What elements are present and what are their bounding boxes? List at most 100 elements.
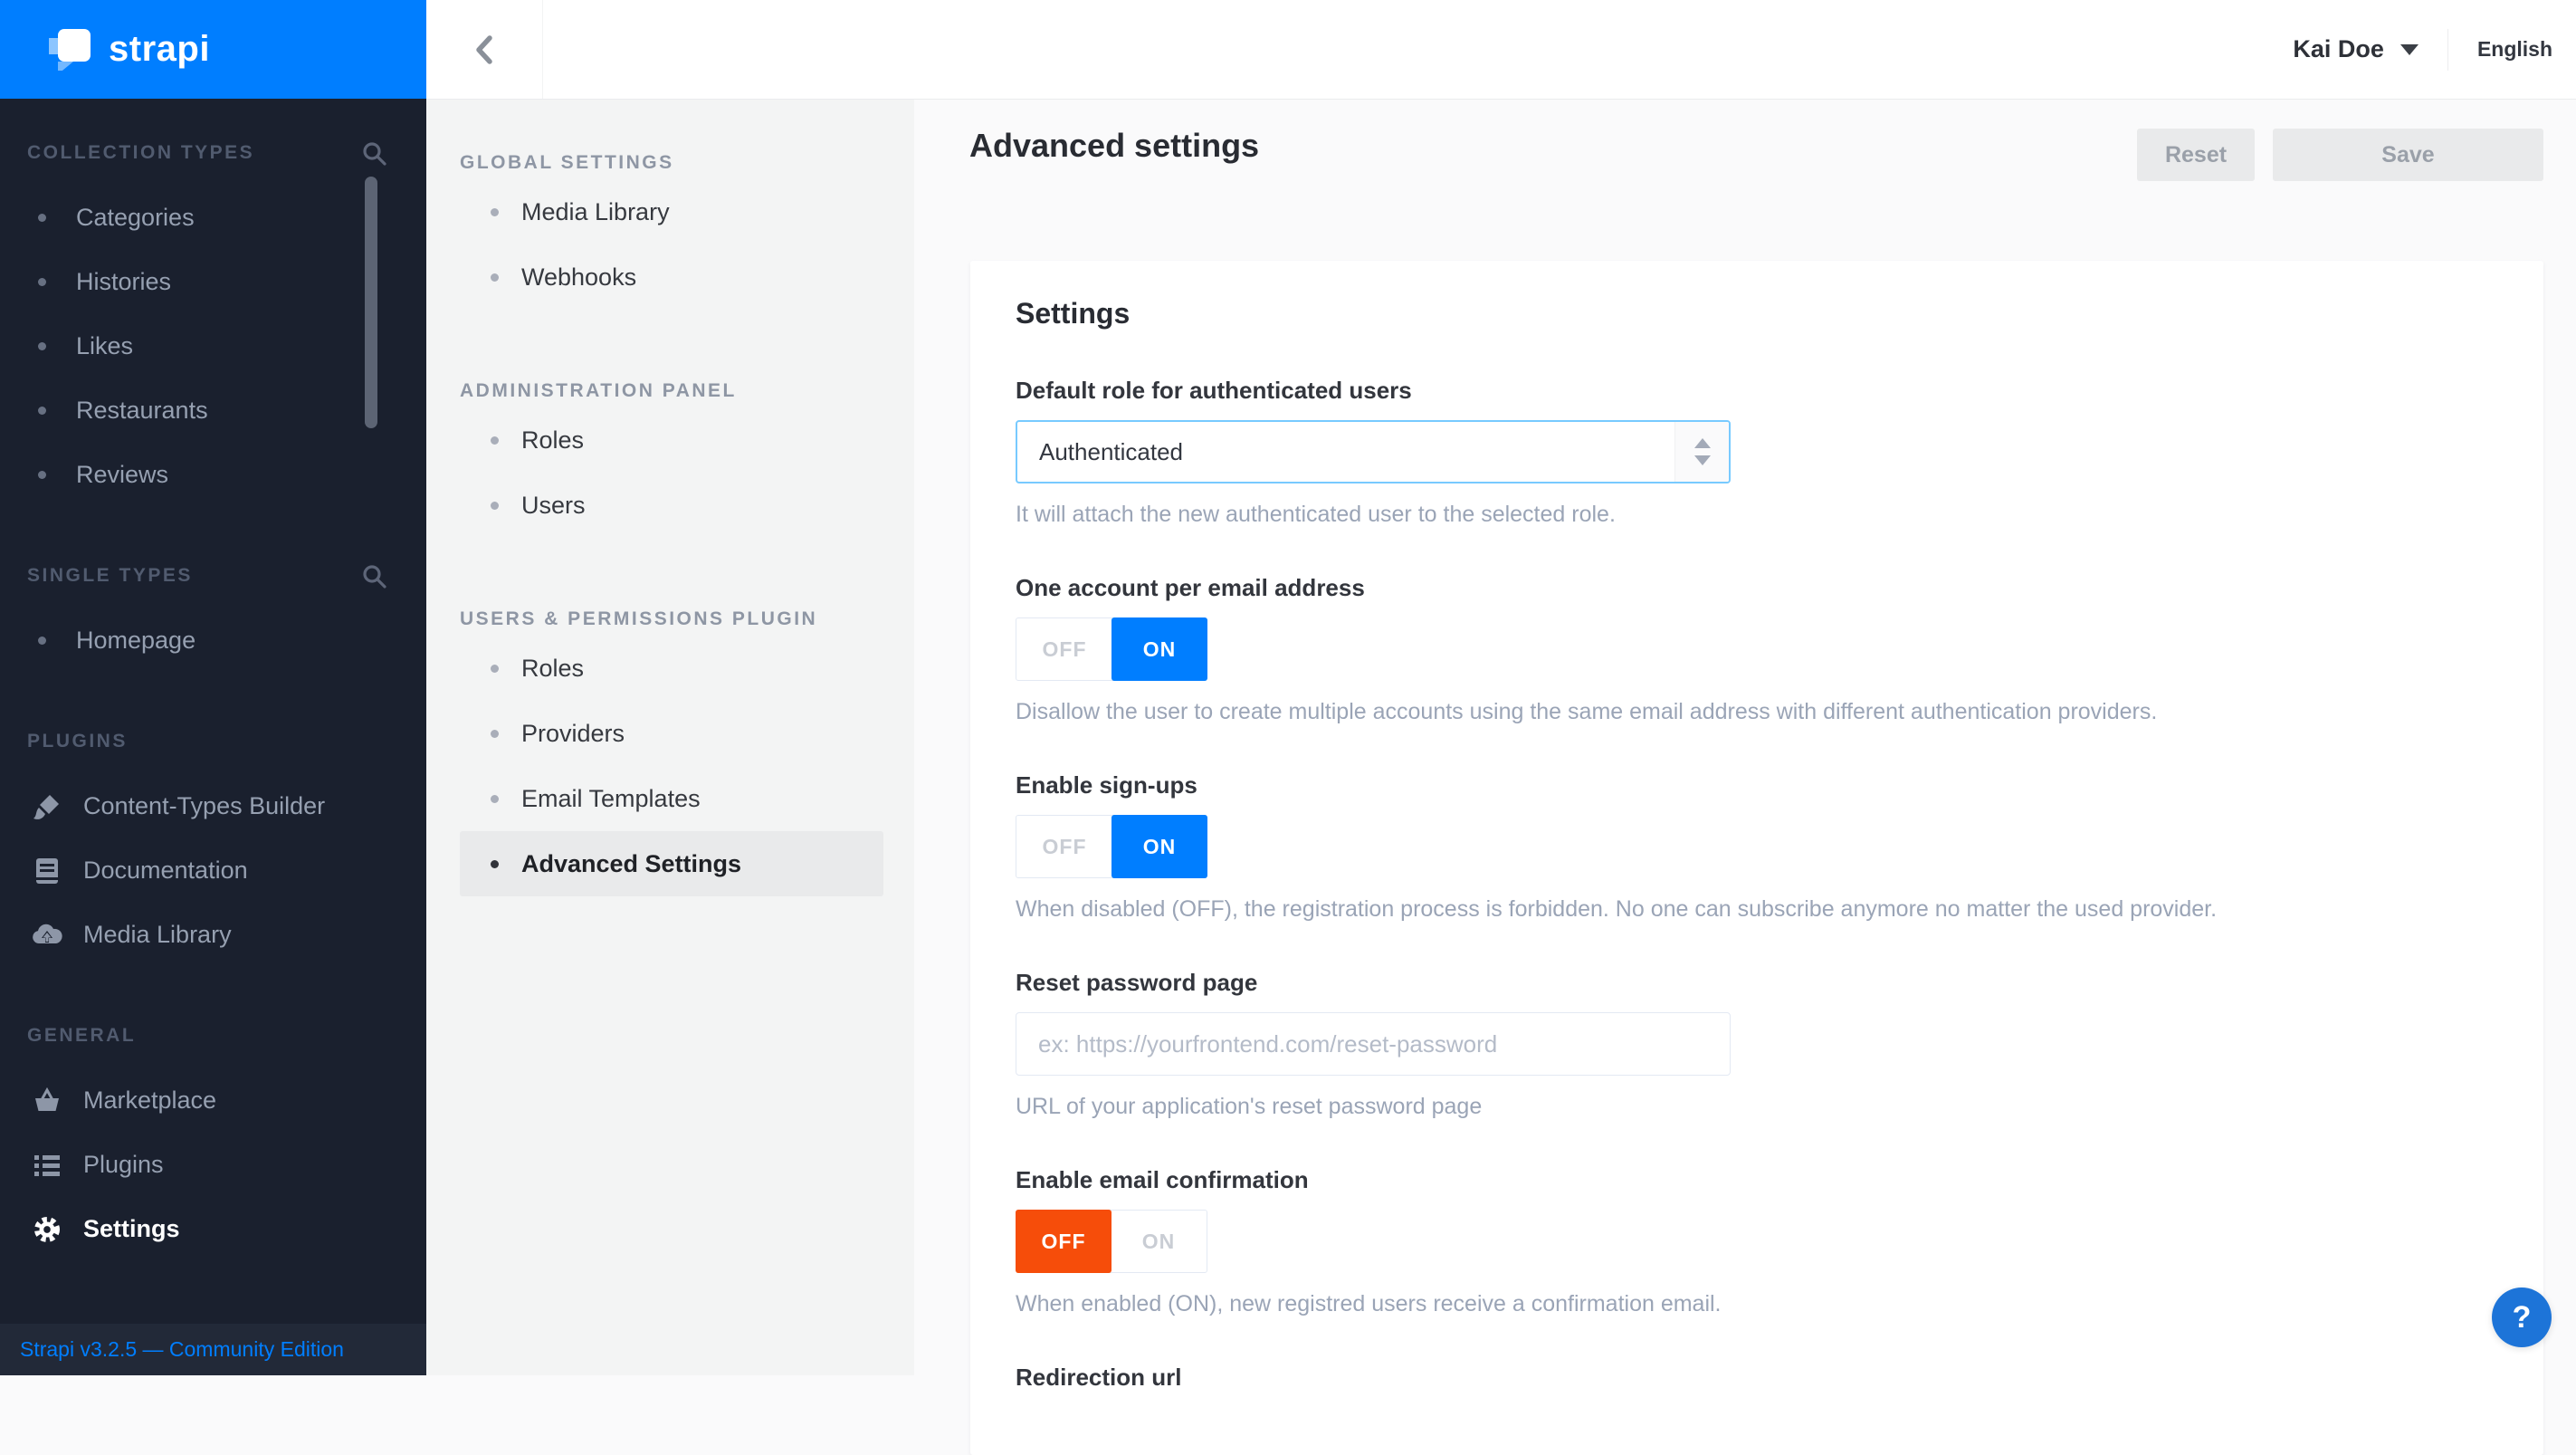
bullet-icon (491, 729, 499, 738)
cloud-upload-icon (31, 919, 63, 952)
sidebar-item-plugins[interactable]: Plugins (0, 1133, 426, 1197)
section-general: GENERAL (27, 1018, 386, 1054)
sidebar-item-documentation[interactable]: Documentation (0, 838, 426, 903)
section-label: PLUGINS (27, 731, 128, 751)
section-label: COLLECTION TYPES (27, 142, 255, 163)
card-title: Settings (1016, 297, 1131, 330)
save-button[interactable]: Save (2273, 129, 2543, 181)
chevron-left-icon (473, 34, 495, 66)
sidebar-item-restaurants[interactable]: Restaurants (0, 378, 426, 443)
subnav-item-label: Roles (521, 426, 585, 454)
subnav-item-label: Roles (521, 654, 585, 682)
default-role-select[interactable]: Authenticated (1016, 420, 1731, 483)
field-label: Redirection url (1016, 1364, 1182, 1391)
section-plugins: PLUGINS (27, 723, 386, 760)
email-confirmation-toggle: OFF ON (1016, 1210, 1207, 1273)
bullet-icon (38, 214, 46, 222)
sidebar-item-homepage[interactable]: Homepage (0, 608, 426, 673)
bullet-icon (38, 637, 46, 645)
sidebar-footer: Strapi v3.2.5 — Community Edition (0, 1324, 426, 1375)
sidebar-item-reviews[interactable]: Reviews (0, 443, 426, 507)
select-stepper[interactable] (1674, 422, 1729, 482)
toggle-on-option[interactable]: ON (1111, 815, 1207, 878)
field-help: It will attach the new authenticated use… (1016, 502, 1616, 527)
sidebar-item-label: Histories (76, 268, 172, 295)
toggle-on-option[interactable]: ON (1111, 617, 1207, 681)
sidebar-item-label: Homepage (76, 627, 196, 654)
subnav-item-admin-roles[interactable]: Roles (460, 407, 883, 473)
gear-icon (31, 1213, 63, 1246)
paintbrush-icon (31, 790, 63, 823)
toggle-on-option[interactable]: ON (1111, 1211, 1207, 1272)
language-button[interactable]: English (2477, 37, 2552, 62)
subnav-item-admin-users[interactable]: Users (460, 473, 883, 538)
caret-up-icon (1693, 438, 1711, 448)
bullet-icon (491, 273, 499, 282)
sidebar-item-categories[interactable]: Categories (0, 186, 426, 250)
subnav-section-administration-panel: ADMINISTRATION PANEL (460, 380, 737, 401)
bullet-icon (38, 471, 46, 479)
section-collection-types: COLLECTION TYPES (27, 135, 386, 171)
subnav-item-label: Email Templates (521, 784, 701, 812)
sidebar-item-media-library[interactable]: Media Library (0, 903, 426, 967)
subnav-item-label: Webhooks (521, 263, 637, 291)
user-menu[interactable]: Kai Doe (2293, 35, 2419, 63)
reset-password-page-input[interactable] (1016, 1012, 1731, 1076)
search-icon[interactable] (361, 563, 386, 589)
back-button[interactable] (426, 0, 543, 99)
version-link[interactable]: Strapi v3.2.5 — Community Edition (20, 1337, 344, 1362)
user-name: Kai Doe (2293, 35, 2384, 62)
sidebar-item-label: Settings (83, 1215, 180, 1242)
sidebar-item-label: Likes (76, 332, 134, 359)
sidebar-item-likes[interactable]: Likes (0, 314, 426, 378)
field-redirection-url: Redirection url (1016, 1363, 2498, 1392)
sidebar-item-label: Categories (76, 204, 195, 231)
subnav-item-providers[interactable]: Providers (460, 701, 883, 766)
search-icon[interactable] (361, 140, 386, 166)
sidebar-scrollbar[interactable] (365, 177, 377, 428)
field-sign-ups: Enable sign-ups OFF ON When disabled (OF… (1016, 771, 2498, 923)
basket-icon (31, 1085, 63, 1117)
subnav-item-advanced-settings[interactable]: Advanced Settings (460, 831, 883, 896)
sidebar-item-label: Media Library (83, 921, 232, 948)
sidebar-item-histories[interactable]: Histories (0, 250, 426, 314)
question-mark-icon: ? (2512, 1299, 2532, 1335)
field-label: Enable email confirmation (1016, 1166, 1309, 1193)
subnav-item-label: Providers (521, 719, 625, 747)
sidebar-item-content-types-builder[interactable]: Content-Types Builder (0, 774, 426, 838)
sidebar-item-marketplace[interactable]: Marketplace (0, 1068, 426, 1133)
sidebar-item-settings[interactable]: Settings (0, 1197, 426, 1261)
subnav-item-label: Users (521, 491, 586, 519)
bullet-icon (491, 859, 499, 868)
toggle-off-option[interactable]: OFF (1016, 1210, 1111, 1273)
logo-bar[interactable]: strapi (0, 0, 426, 99)
help-button[interactable]: ? (2492, 1287, 2552, 1347)
reset-button[interactable]: Reset (2137, 129, 2255, 181)
toggle-off-option[interactable]: OFF (1016, 816, 1112, 877)
bullet-icon (491, 794, 499, 803)
subnav-item-email-templates[interactable]: Email Templates (460, 766, 883, 831)
sidebar-item-label: Restaurants (76, 397, 208, 424)
header-actions: Reset Save (2137, 129, 2543, 181)
subnav-item-media-library[interactable]: Media Library (460, 179, 883, 244)
field-unique-email: One account per email address OFF ON Dis… (1016, 573, 2498, 725)
toggle-off-option[interactable]: OFF (1016, 618, 1112, 680)
field-help: When enabled (ON), new registred users r… (1016, 1291, 1722, 1316)
subnav-section-users-permissions: USERS & PERMISSIONS PLUGIN (460, 608, 818, 629)
field-label: Enable sign-ups (1016, 771, 1197, 799)
page-header: Advanced settings Reset Save (914, 100, 2576, 181)
field-help: URL of your application's reset password… (1016, 1094, 1483, 1119)
main-sidebar: strapi COLLECTION TYPES Categories Histo… (0, 0, 426, 1375)
subnav-item-label: Advanced Settings (521, 849, 742, 877)
subnav-item-webhooks[interactable]: Webhooks (460, 244, 883, 310)
sidebar-item-label: Documentation (83, 857, 248, 884)
field-help: When disabled (OFF), the registration pr… (1016, 896, 2218, 922)
field-label: One account per email address (1016, 574, 1365, 601)
select-value: Authenticated (1039, 437, 1184, 465)
subnav-item-label: Media Library (521, 197, 670, 225)
sidebar-item-label: Reviews (76, 461, 169, 488)
strapi-logo-icon (49, 28, 91, 71)
subnav-item-up-roles[interactable]: Roles (460, 636, 883, 701)
bullet-icon (491, 664, 499, 673)
sidebar-item-label: Content-Types Builder (83, 792, 326, 819)
